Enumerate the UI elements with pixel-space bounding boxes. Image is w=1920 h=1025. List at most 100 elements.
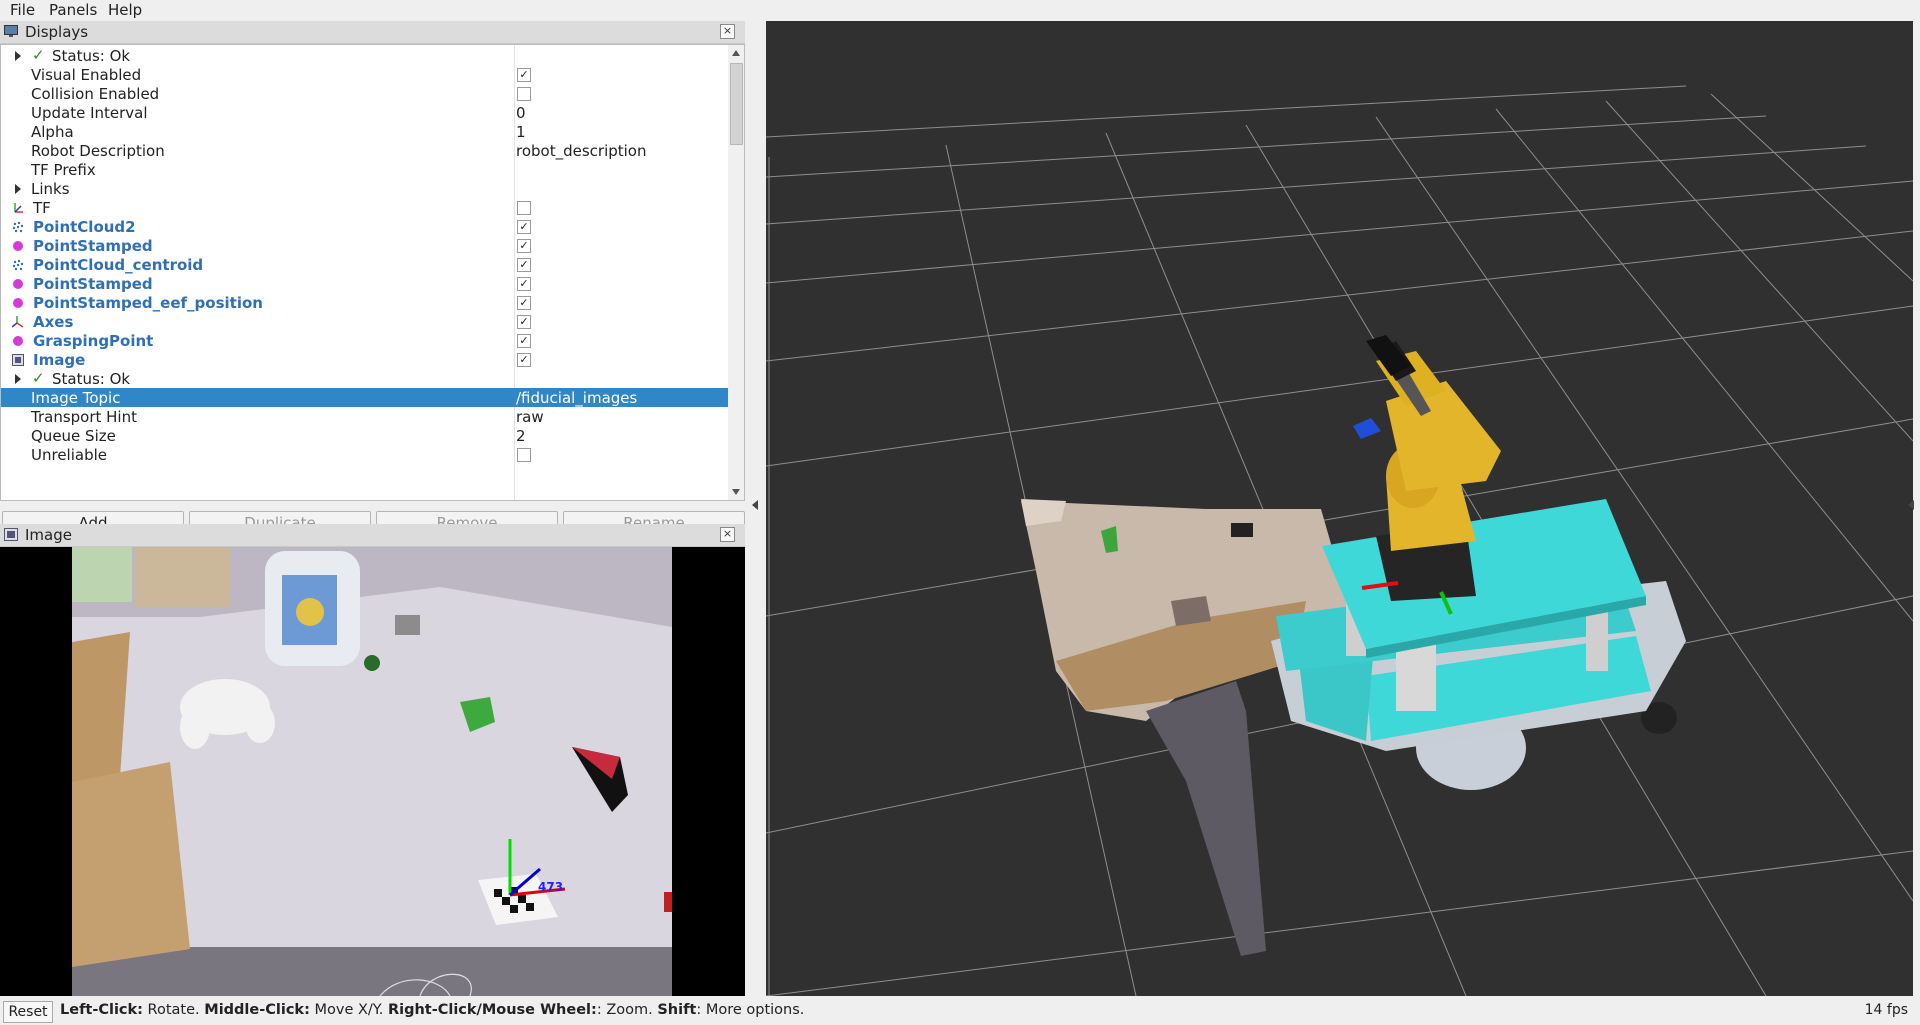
close-icon[interactable]: × — [720, 527, 735, 542]
tree-row[interactable]: PointStamped ✓ — [1, 274, 729, 293]
image-icon — [12, 354, 24, 366]
row-label: Image Topic — [31, 389, 121, 407]
scroll-up-icon[interactable] — [732, 50, 740, 56]
tree-row[interactable]: Unreliable — [1, 445, 729, 464]
row-label: PointStamped_eef_position — [33, 294, 263, 312]
tree-row[interactable]: PointCloud_centroid ✓ — [1, 255, 729, 274]
displays-tree[interactable]: ✓ Status: Ok Visual Enabled ✓ Collision … — [0, 44, 730, 501]
camera-image-view[interactable]: 473 — [0, 547, 745, 996]
tree-row[interactable]: TF — [1, 198, 729, 217]
image-panel-title: Image — [25, 526, 72, 544]
row-value[interactable]: 2 — [516, 427, 526, 445]
pointstamped-eef-checkbox[interactable]: ✓ — [517, 296, 531, 310]
hint-right-click: Right-Click/Mouse Wheel: — [387, 1002, 597, 1018]
tree-row[interactable]: PointCloud2 ✓ — [1, 217, 729, 236]
tree-row[interactable]: Links — [1, 179, 729, 198]
axes-checkbox[interactable]: ✓ — [517, 315, 531, 329]
displays-panel: Displays × ✓ Status: Ok Visual Enabled ✓… — [0, 21, 745, 536]
close-icon[interactable]: × — [720, 24, 735, 39]
row-label: Update Interval — [31, 104, 148, 122]
unreliable-checkbox[interactable] — [517, 448, 531, 462]
scroll-thumb[interactable] — [730, 63, 743, 145]
image-topic-value[interactable]: /fiducial_images — [516, 389, 637, 407]
tree-row[interactable]: Update Interval 0 — [1, 103, 729, 122]
row-label: PointCloud2 — [33, 218, 136, 236]
tree-row[interactable]: Queue Size 2 — [1, 426, 729, 445]
displays-title-bar: Displays × — [0, 21, 745, 44]
point-icon — [13, 241, 23, 251]
row-label: Collision Enabled — [31, 85, 160, 103]
row-label: Visual Enabled — [31, 66, 142, 84]
image-title-bar: Image × — [0, 524, 745, 547]
row-label: Robot Description — [31, 142, 165, 160]
displays-title: Displays — [25, 23, 89, 41]
pointstamped-checkbox[interactable]: ✓ — [517, 277, 531, 291]
point-icon — [13, 336, 23, 346]
menu-help[interactable]: Help — [108, 1, 142, 19]
fps-counter: 14 fps — [1864, 1002, 1908, 1018]
row-label: PointCloud_centroid — [33, 256, 204, 274]
tree-row[interactable]: PointStamped_eef_position ✓ — [1, 293, 729, 312]
tree-row[interactable]: Robot Description robot_description — [1, 141, 729, 160]
3d-render-view[interactable] — [766, 21, 1913, 996]
image-checkbox[interactable]: ✓ — [517, 353, 531, 367]
hint-move: Move X/Y. — [309, 1002, 388, 1018]
row-value[interactable]: 0 — [516, 104, 526, 122]
row-label: Unreliable — [31, 446, 107, 464]
expand-arrow-icon[interactable] — [15, 51, 21, 61]
expand-arrow-icon[interactable] — [15, 374, 21, 384]
axes-icon — [12, 316, 24, 328]
pointcloud2-checkbox[interactable]: ✓ — [517, 220, 531, 234]
graspingpoint-checkbox[interactable]: ✓ — [517, 334, 531, 348]
hint-more: : More options. — [696, 1002, 805, 1018]
row-label: Status: Ok — [52, 47, 131, 65]
point-icon — [13, 298, 23, 308]
visual-enabled-checkbox[interactable]: ✓ — [517, 68, 531, 82]
row-label: Links — [31, 180, 70, 198]
hint-middle-click: Middle-Click: — [204, 1002, 310, 1018]
tf-axes-icon — [14, 203, 23, 213]
tree-row[interactable]: Transport Hint raw — [1, 407, 729, 426]
scene-svg — [766, 21, 1913, 996]
status-bar: Reset Left-Click: Rotate. Middle-Click: … — [0, 998, 1920, 1025]
tree-row[interactable]: Collision Enabled — [1, 84, 729, 103]
point-icon — [13, 279, 23, 289]
menu-panels[interactable]: Panels — [49, 1, 97, 19]
tree-row[interactable]: Alpha 1 — [1, 122, 729, 141]
row-value[interactable]: 1 — [516, 123, 526, 141]
row-value[interactable]: robot_description — [516, 142, 647, 160]
tree-row[interactable]: ✓ Status: Ok — [1, 46, 729, 65]
tree-row[interactable]: ✓ Status: Ok — [1, 369, 729, 388]
row-label: Status: Ok — [52, 370, 131, 388]
collapse-right-icon[interactable] — [1908, 500, 1914, 510]
tree-row[interactable]: Axes ✓ — [1, 312, 729, 331]
row-value[interactable]: raw — [516, 408, 544, 426]
tree-row[interactable]: Image ✓ — [1, 350, 729, 369]
tree-row[interactable]: GraspingPoint ✓ — [1, 331, 729, 350]
collapse-left-icon[interactable] — [752, 500, 758, 510]
tree-row-selected[interactable]: Image Topic /fiducial_images — [1, 388, 729, 407]
menu-bar: File Panels Help — [0, 0, 1920, 21]
hint-zoom: : Zoom. — [596, 1002, 658, 1018]
scroll-down-icon[interactable] — [732, 489, 740, 495]
tree-scrollbar[interactable] — [728, 44, 745, 501]
check-ok-icon: ✓ — [32, 369, 45, 387]
menu-file[interactable]: File — [10, 1, 35, 19]
hint-rotate: Rotate. — [142, 1002, 205, 1018]
reset-button[interactable]: Reset — [3, 1001, 53, 1023]
pointstamped-checkbox[interactable]: ✓ — [517, 239, 531, 253]
collision-enabled-checkbox[interactable] — [517, 87, 531, 101]
hint-shift: Shift — [657, 1002, 697, 1018]
tree-row[interactable]: Visual Enabled ✓ — [1, 65, 729, 84]
pointcloud-centroid-checkbox[interactable]: ✓ — [517, 258, 531, 272]
expand-arrow-icon[interactable] — [15, 184, 21, 194]
tree-row[interactable]: PointStamped ✓ — [1, 236, 729, 255]
tf-checkbox[interactable] — [517, 201, 531, 215]
row-label: GraspingPoint — [33, 332, 154, 350]
hint-left-click: Left-Click: — [60, 1002, 143, 1018]
tree-row[interactable]: TF Prefix — [1, 160, 729, 179]
row-label: PointStamped — [33, 237, 153, 255]
row-label: Queue Size — [31, 427, 116, 445]
pointcloud-icon — [12, 259, 24, 271]
camera-image: 473 — [0, 547, 745, 996]
